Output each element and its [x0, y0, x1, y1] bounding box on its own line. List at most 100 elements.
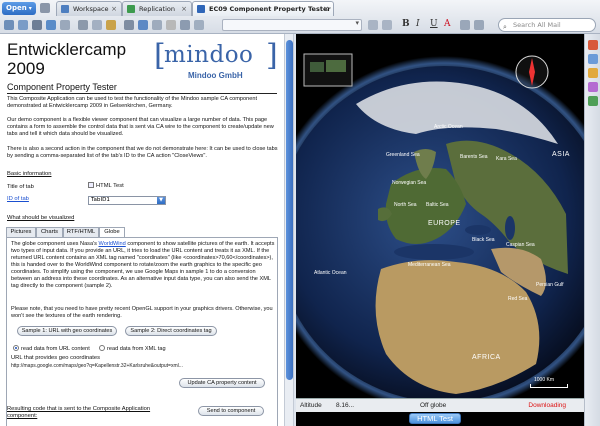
- view-icon[interactable]: [180, 20, 190, 30]
- chevron-down-icon[interactable]: [60, 20, 70, 30]
- zoom-icon[interactable]: [194, 20, 204, 30]
- id-of-tab-value: TabID1: [91, 197, 110, 203]
- chevron-down-icon: ▼: [157, 197, 165, 204]
- globe-label-persian-gulf: Persian Gulf: [536, 282, 564, 288]
- sametime-icon[interactable]: [588, 40, 598, 50]
- open-button[interactable]: Open ▾: [2, 2, 36, 15]
- italic-button[interactable]: I: [416, 19, 420, 29]
- downloading-status: Downloading: [528, 402, 566, 409]
- title-of-tab-value: HTML Test: [96, 183, 124, 189]
- scale-label: 1000 Km: [534, 377, 555, 383]
- open-label: Open: [6, 4, 27, 12]
- close-icon[interactable]: ×: [111, 2, 117, 16]
- tab-property-tester[interactable]: EC09 Component Property Tester ×: [192, 1, 334, 16]
- font-color-icon[interactable]: [368, 20, 378, 30]
- globe-label-kara-sea: Kara Sea: [496, 156, 517, 162]
- globe-label-norwegian-sea: Norwegian Sea: [392, 180, 427, 186]
- tab-replication[interactable]: Replication ×: [122, 1, 192, 16]
- globe-text-b: component to show satellite pictures of …: [11, 241, 275, 289]
- underline-button[interactable]: U: [430, 19, 438, 29]
- globe-tab-panel: The globe component uses Nasa's WorldWin…: [6, 237, 278, 426]
- widgets-icon[interactable]: [588, 96, 598, 106]
- tool-row: ▾ B I U A ⌕ Search All Mail: [0, 17, 600, 33]
- globe-label-europe: EUROPE: [428, 220, 461, 227]
- search-icon: ⌕: [503, 23, 507, 31]
- globe-label-caspian-sea: Caspian Sea: [506, 242, 535, 248]
- close-icon[interactable]: ×: [323, 2, 329, 16]
- globe-note: Please note, that you need to have prett…: [11, 306, 273, 319]
- search-placeholder: Search All Mail: [513, 21, 561, 29]
- tab-workspace[interactable]: Workspace ×: [56, 1, 122, 16]
- mediterranean-sea: [394, 244, 474, 260]
- attach-icon[interactable]: [166, 20, 176, 30]
- globe-label-greenland-sea: Greenland Sea: [386, 152, 420, 158]
- globe-label-baltic-sea: Baltic Sea: [426, 202, 449, 208]
- globe-view[interactable]: ASIA EUROPE AFRICA Arctic Ocean Greenlan…: [296, 34, 584, 426]
- tab-globe[interactable]: Globe: [99, 227, 125, 237]
- scale-bar: [530, 384, 568, 388]
- intro-paragraph-1: This Composite Application can be used t…: [7, 96, 257, 109]
- intro-paragraph-3: There is also a second action in the com…: [7, 146, 278, 159]
- globe-label-atlantic-ocean: Atlantic Ocean: [314, 270, 347, 276]
- sample-1-button[interactable]: Sample 1: URL with geo coordinates: [17, 326, 117, 336]
- tab-pictures[interactable]: Pictures: [6, 227, 36, 237]
- open-caret-icon: ▾: [28, 5, 32, 12]
- list-icon[interactable]: [460, 20, 470, 30]
- globe-label-north-sea: North Sea: [394, 202, 417, 208]
- paste-icon[interactable]: [106, 20, 116, 30]
- forward-icon[interactable]: [18, 20, 28, 30]
- globe-render: [296, 53, 584, 398]
- radio-url-content[interactable]: read data from URL content: [13, 345, 90, 352]
- globe-label-asia: ASIA: [552, 151, 570, 158]
- left-scrollbar[interactable]: [284, 34, 294, 426]
- worldwind-link[interactable]: WorldWind: [99, 241, 126, 247]
- tab-rtf-html[interactable]: RTF/HTML: [63, 227, 99, 237]
- tab-workspace-label: Workspace: [73, 5, 109, 13]
- find-icon[interactable]: [138, 20, 148, 30]
- activities-icon[interactable]: [588, 68, 598, 78]
- page-title: Entwicklercamp 2009: [7, 40, 127, 78]
- field-marker-icon: [88, 182, 94, 188]
- undo-icon[interactable]: [124, 20, 134, 30]
- tab-charts[interactable]: Charts: [36, 227, 63, 237]
- refresh-icon[interactable]: [46, 20, 56, 30]
- globe-label-africa: AFRICA: [472, 354, 501, 361]
- style-select[interactable]: ▾: [222, 19, 362, 31]
- back-icon[interactable]: [4, 20, 14, 30]
- logo-bracket-right: ]: [266, 38, 278, 73]
- radio-xml-tag[interactable]: read data from XML tag: [99, 345, 166, 352]
- update-property-button[interactable]: Update CA property content: [179, 378, 265, 388]
- home-icon[interactable]: [40, 3, 50, 13]
- html-test-tab-button[interactable]: HTML Test: [409, 413, 461, 424]
- close-icon[interactable]: ×: [181, 2, 187, 16]
- globe-label-mediterranean-sea: Mediterranean Sea: [408, 262, 451, 268]
- logo-company: Mindoo GmbH: [188, 71, 243, 80]
- send-to-component-button[interactable]: Send to component: [198, 406, 264, 416]
- text-color-button[interactable]: A: [444, 19, 451, 29]
- scrollbar-thumb[interactable]: [286, 40, 293, 380]
- radio-selected-icon: [13, 345, 19, 351]
- print-icon[interactable]: [32, 20, 42, 30]
- tab-replication-label: Replication: [139, 5, 175, 13]
- copy-icon[interactable]: [92, 20, 102, 30]
- font-size-icon[interactable]: [382, 20, 392, 30]
- workspace-icon: [61, 5, 69, 13]
- title-of-tab-field[interactable]: HTML Test: [88, 182, 124, 189]
- id-of-tab-select[interactable]: TabID1 ▼: [88, 196, 166, 205]
- feeds-icon[interactable]: [588, 54, 598, 64]
- dashboard-icon[interactable]: [588, 82, 598, 92]
- search-input[interactable]: ⌕ Search All Mail: [498, 18, 596, 32]
- bold-button[interactable]: B: [402, 19, 410, 29]
- indent-icon[interactable]: [474, 20, 484, 30]
- logo-word: mindoo: [164, 42, 254, 68]
- cut-icon[interactable]: [78, 20, 88, 30]
- sample-2-button[interactable]: Sample 2: Direct coordinates tag: [125, 326, 217, 336]
- page-subtitle: Component Property Tester: [7, 82, 277, 94]
- spell-icon[interactable]: [152, 20, 162, 30]
- window-tabs: Open ▾ Workspace × Replication × EC09 Com…: [0, 0, 600, 16]
- title-of-tab-label: Title of tab: [7, 184, 34, 190]
- basic-info-heading: Basic information: [7, 171, 52, 177]
- altitude-label: Altitude: [300, 402, 322, 409]
- url-field[interactable]: http://maps.google.com/maps/geo?q=Kapell…: [11, 363, 183, 369]
- id-of-tab-link[interactable]: ID of tab: [7, 196, 29, 202]
